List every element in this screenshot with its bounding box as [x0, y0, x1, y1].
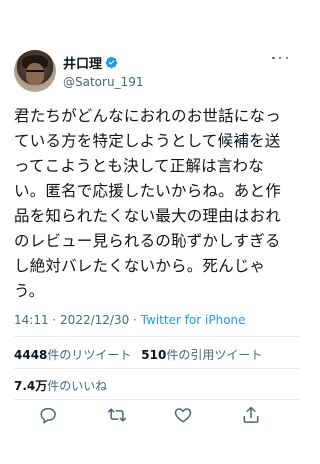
- tweet-header: 井口理 @Satoru_191: [14, 50, 288, 94]
- retweet-stat[interactable]: 4448件のリツイート: [14, 348, 131, 362]
- tweet-text-line: 君たちがどんなにおれのお世話になっ: [14, 107, 281, 125]
- user-handle[interactable]: @Satoru_191: [63, 75, 143, 89]
- more-dot: [285, 56, 288, 60]
- reply-icon[interactable]: [38, 405, 58, 425]
- like-stats[interactable]: 7.4万件のいいね: [14, 377, 107, 394]
- meta-separator: ·: [48, 313, 61, 327]
- tweet-date[interactable]: 2022/12/30: [60, 313, 129, 327]
- tweet-text: 君たちがどんなにおれのお世話になっ ている方を特定しようとして候補を送 ってこよ…: [14, 104, 286, 304]
- tweet-text-line: い。匿名で応援したいからね。あと作: [14, 182, 281, 200]
- divider: [14, 336, 300, 337]
- quote-count: 510: [141, 348, 167, 362]
- tweet-text-line: し絶対バレたくないから。死んじゃ: [14, 257, 266, 275]
- tweet-text-line: のレビュー見られるの恥ずかしすぎる: [14, 232, 281, 250]
- tweet-detail: 井口理 @Satoru_191 君たちがどんなにおれのお世話になっ ている方を特…: [0, 0, 300, 464]
- tweet-text-line: ってこようとも決して正解は言わな: [14, 157, 264, 175]
- tweet-text-line: ている方を特定しようとして候補を送: [14, 132, 281, 150]
- like-count: 7.4万: [14, 379, 48, 393]
- quote-stat[interactable]: 510件の引用ツイート: [141, 348, 262, 362]
- quote-label: 件の引用ツイート: [166, 348, 263, 362]
- tweet-meta: 14:11 · 2022/12/30 · Twitter for iPhone: [14, 313, 246, 327]
- tweet-text-line: 品を知られたくない最大の理由はおれ: [14, 207, 281, 225]
- more-options-icon[interactable]: [272, 52, 288, 64]
- display-name[interactable]: 井口理: [63, 53, 102, 72]
- tweet-source[interactable]: Twitter for iPhone: [141, 313, 246, 327]
- retweet-icon[interactable]: [107, 405, 127, 425]
- share-icon[interactable]: [241, 405, 261, 425]
- divider: [14, 368, 300, 369]
- tweet-text-line: う。: [14, 282, 45, 300]
- more-dot: [272, 56, 275, 60]
- heart-icon[interactable]: [173, 405, 193, 425]
- name-row: 井口理: [63, 53, 143, 72]
- avatar-glasses: [26, 70, 44, 76]
- retweet-count: 4448: [14, 348, 48, 362]
- verified-badge-icon: [105, 56, 118, 69]
- tweet-time[interactable]: 14:11: [14, 313, 49, 327]
- retweet-label: 件のリツイート: [47, 348, 132, 362]
- user-info[interactable]: 井口理 @Satoru_191: [63, 53, 143, 89]
- like-label: 件のいいね: [47, 379, 108, 393]
- avatar[interactable]: [14, 50, 56, 92]
- meta-separator: ·: [129, 313, 141, 327]
- more-dot: [278, 56, 282, 60]
- retweet-stats: 4448件のリツイート 510件の引用ツイート: [14, 346, 262, 363]
- action-bar: [0, 400, 300, 430]
